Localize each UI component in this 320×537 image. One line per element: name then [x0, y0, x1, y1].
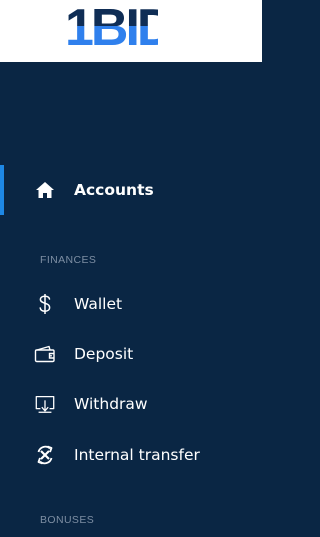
wallet-icon [34, 343, 56, 365]
sidebar-item-withdraw[interactable]: Withdraw [0, 384, 262, 424]
sidebar: Accounts FINANCES Wallet Deposit Withdra… [0, 62, 262, 537]
section-title-finances: FINANCES [40, 254, 97, 266]
dollar-icon [34, 293, 56, 315]
section-title-bonuses: BONUSES [40, 514, 95, 526]
logo-header: 1BID 1BID [0, 0, 262, 62]
sidebar-item-label: Wallet [74, 295, 123, 313]
sidebar-item-deposit[interactable]: Deposit [0, 334, 262, 374]
withdraw-icon [34, 393, 56, 415]
sidebar-item-label: Withdraw [74, 395, 148, 413]
active-indicator [0, 165, 4, 215]
sidebar-item-internal-transfer[interactable]: Internal transfer [0, 435, 262, 475]
brand-logo[interactable]: 1BID 1BID [63, 0, 158, 47]
sidebar-item-label: Accounts [74, 181, 154, 199]
sidebar-item-wallet[interactable]: Wallet [0, 284, 262, 324]
sidebar-item-accounts[interactable]: Accounts [0, 165, 262, 215]
home-icon [34, 179, 56, 201]
transfer-icon [34, 444, 56, 466]
sidebar-item-label: Internal transfer [74, 446, 200, 464]
sidebar-item-label: Deposit [74, 345, 134, 363]
